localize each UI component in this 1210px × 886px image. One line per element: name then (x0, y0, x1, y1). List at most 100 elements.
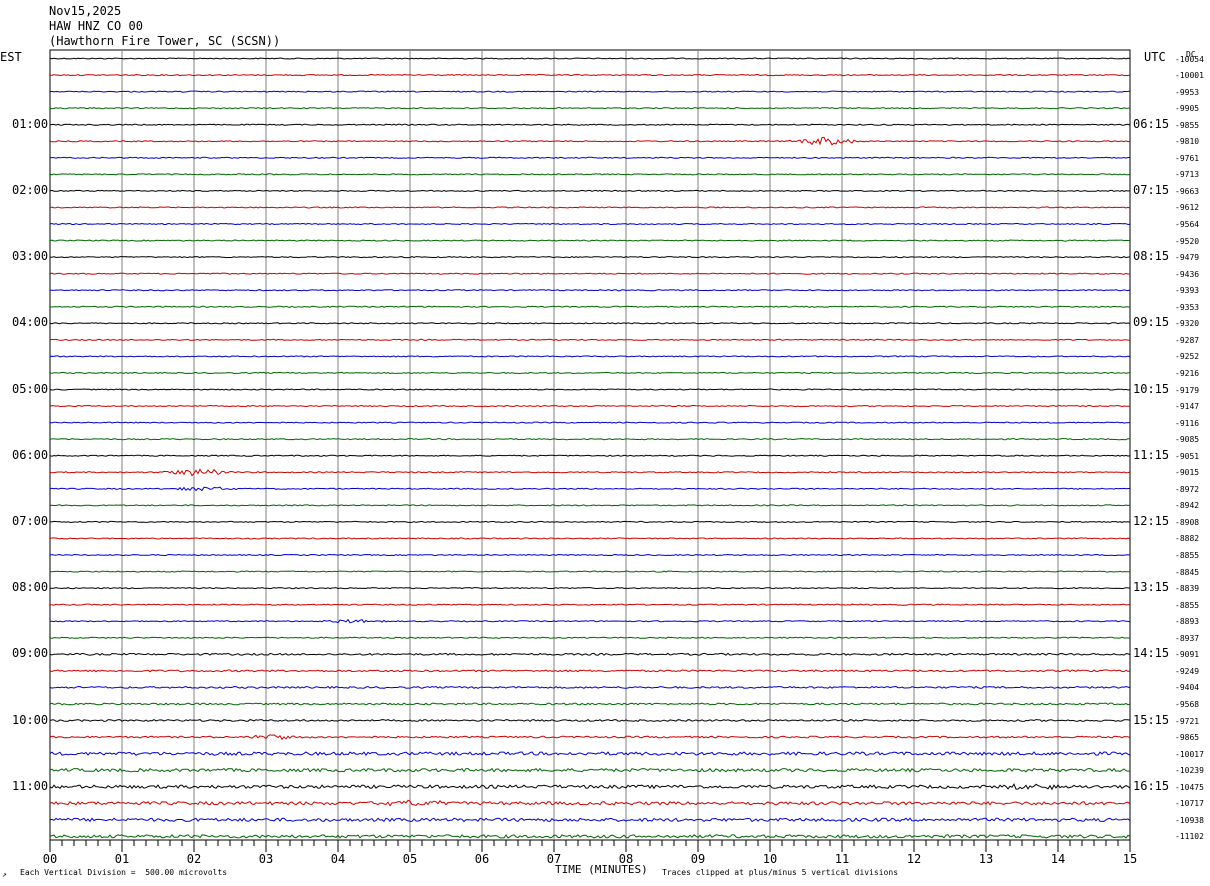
seismic-trace (49, 156, 1130, 159)
dc-offset-label: -8893 (1175, 617, 1200, 627)
seismic-trace (49, 239, 1131, 242)
seismic-trace (49, 123, 1131, 126)
left-hour-label: 04:00 (12, 315, 49, 330)
seismic-trace (49, 206, 1131, 209)
seismic-trace (49, 57, 1131, 60)
seismic-trace (49, 404, 1131, 408)
seismic-trace (49, 734, 1131, 741)
left-hour-label: 05:00 (12, 381, 49, 396)
left-hour-label: 09:00 (12, 646, 49, 661)
dc-offset-label: -10017 (1175, 749, 1204, 759)
dc-offset-label: -9216 (1175, 368, 1200, 378)
dc-offset-label: -8845 (1175, 567, 1200, 577)
seismic-trace (49, 272, 1131, 275)
seismic-trace (49, 189, 1131, 192)
dc-offset-label: -10938 (1175, 815, 1204, 825)
seismic-trace (49, 669, 1131, 673)
seismic-trace (49, 222, 1131, 226)
dc-offset-label: -10717 (1175, 799, 1204, 809)
dc-offset-label: -9051 (1175, 451, 1200, 461)
seismic-trace (49, 322, 1131, 325)
x-tick-label: 13 (978, 852, 994, 866)
seismic-trace (49, 751, 1131, 757)
dc-offset-label: -9663 (1175, 186, 1200, 196)
dc-offset-label: -8855 (1175, 600, 1200, 610)
dc-offset-label: -9713 (1175, 170, 1200, 180)
seismic-trace (49, 834, 1131, 839)
right-hour-label: 08:15 (1133, 249, 1170, 264)
dc-offset-label: -8908 (1175, 517, 1200, 527)
x-tick-label: 02 (186, 852, 202, 866)
seismic-trace (49, 421, 1131, 424)
dc-offset-label: -9393 (1175, 286, 1200, 296)
dc-offset-label: -10001 (1175, 71, 1204, 81)
seismic-trace (49, 90, 1131, 93)
dc-offset-label: -8972 (1175, 484, 1200, 494)
seismic-trace (49, 504, 1131, 507)
dc-offset-label: -9085 (1175, 435, 1200, 445)
dc-offset-label: -9436 (1175, 269, 1200, 279)
seismic-trace (49, 388, 1131, 391)
dc-offset-label: -9520 (1175, 236, 1200, 246)
seismic-trace (49, 486, 1130, 492)
left-hour-label: 01:00 (12, 116, 49, 131)
dc-offset-label: -9252 (1175, 352, 1200, 362)
right-hour-label: 09:15 (1133, 315, 1170, 330)
dc-offset-label: -9905 (1175, 104, 1200, 114)
dc-offset-label: -11102 (1175, 832, 1204, 842)
x-tick-label: 05 (402, 852, 418, 866)
dc-offset-label: -9855 (1175, 120, 1200, 130)
x-tick-label: 04 (330, 852, 346, 866)
right-hour-label: 12:15 (1133, 513, 1170, 528)
dc-offset-label: -9564 (1175, 220, 1200, 229)
seismic-trace (50, 289, 1131, 292)
right-hour-label: 10:15 (1133, 381, 1170, 396)
x-tick-label: 14 (1050, 852, 1066, 866)
seismic-trace (49, 454, 1131, 457)
right-hour-label: 15:15 (1133, 712, 1170, 727)
dc-offset-label: -9479 (1175, 253, 1200, 263)
x-tick-label: 00 (42, 852, 58, 866)
seismic-trace (49, 767, 1131, 773)
dc-offset-label: -9091 (1175, 650, 1200, 660)
dc-offset-label: -9612 (1175, 203, 1200, 213)
seismic-trace (49, 136, 1131, 146)
x-tick-label: 10 (762, 852, 778, 866)
scale-note: Each Vertical Division = 500.00 microvol… (20, 868, 228, 877)
dc-offset-label: -9568 (1175, 699, 1200, 709)
dc-offset-label: -10054 (1175, 54, 1204, 64)
dc-offset-label: -8937 (1175, 633, 1200, 643)
left-hour-label: 06:00 (12, 447, 49, 462)
seismic-trace (49, 107, 1131, 110)
left-hour-label: 03:00 (12, 249, 49, 264)
seismic-trace (49, 783, 1131, 791)
right-hour-label: 16:15 (1133, 778, 1170, 793)
dc-offset-label: -8882 (1175, 534, 1200, 544)
seismic-trace (49, 587, 1131, 590)
seismic-trace (49, 371, 1131, 375)
left-hour-label: 11:00 (12, 778, 49, 793)
seismic-trace (49, 173, 1131, 176)
x-axis-label: TIME (MINUTES) (555, 863, 648, 876)
seismic-trace (49, 618, 1131, 624)
right-hour-label: 06:15 (1133, 116, 1170, 131)
dc-offset-label: -9320 (1175, 319, 1200, 329)
x-tick-label: 03 (258, 852, 274, 866)
x-tick-label: 01 (114, 852, 130, 866)
dc-offset-label: -9287 (1175, 335, 1200, 345)
seismic-trace (49, 636, 1130, 639)
seismic-trace (49, 570, 1131, 573)
x-tick-label: 15 (1122, 852, 1138, 866)
dc-offset-label: -9953 (1175, 87, 1200, 97)
seismic-trace (49, 603, 1131, 606)
right-hour-label: 14:15 (1133, 646, 1170, 661)
dc-offset-label: -8855 (1175, 551, 1200, 560)
dc-offset-label: -9721 (1175, 716, 1200, 726)
dc-offset-label: -9865 (1175, 733, 1200, 743)
left-hour-label: 10:00 (12, 712, 49, 727)
dc-offset-label: -9810 (1175, 137, 1200, 147)
x-tick-label: 09 (690, 852, 706, 866)
seismic-trace (49, 468, 1131, 477)
seismic-trace (49, 718, 1131, 723)
seismic-trace (49, 817, 1131, 823)
